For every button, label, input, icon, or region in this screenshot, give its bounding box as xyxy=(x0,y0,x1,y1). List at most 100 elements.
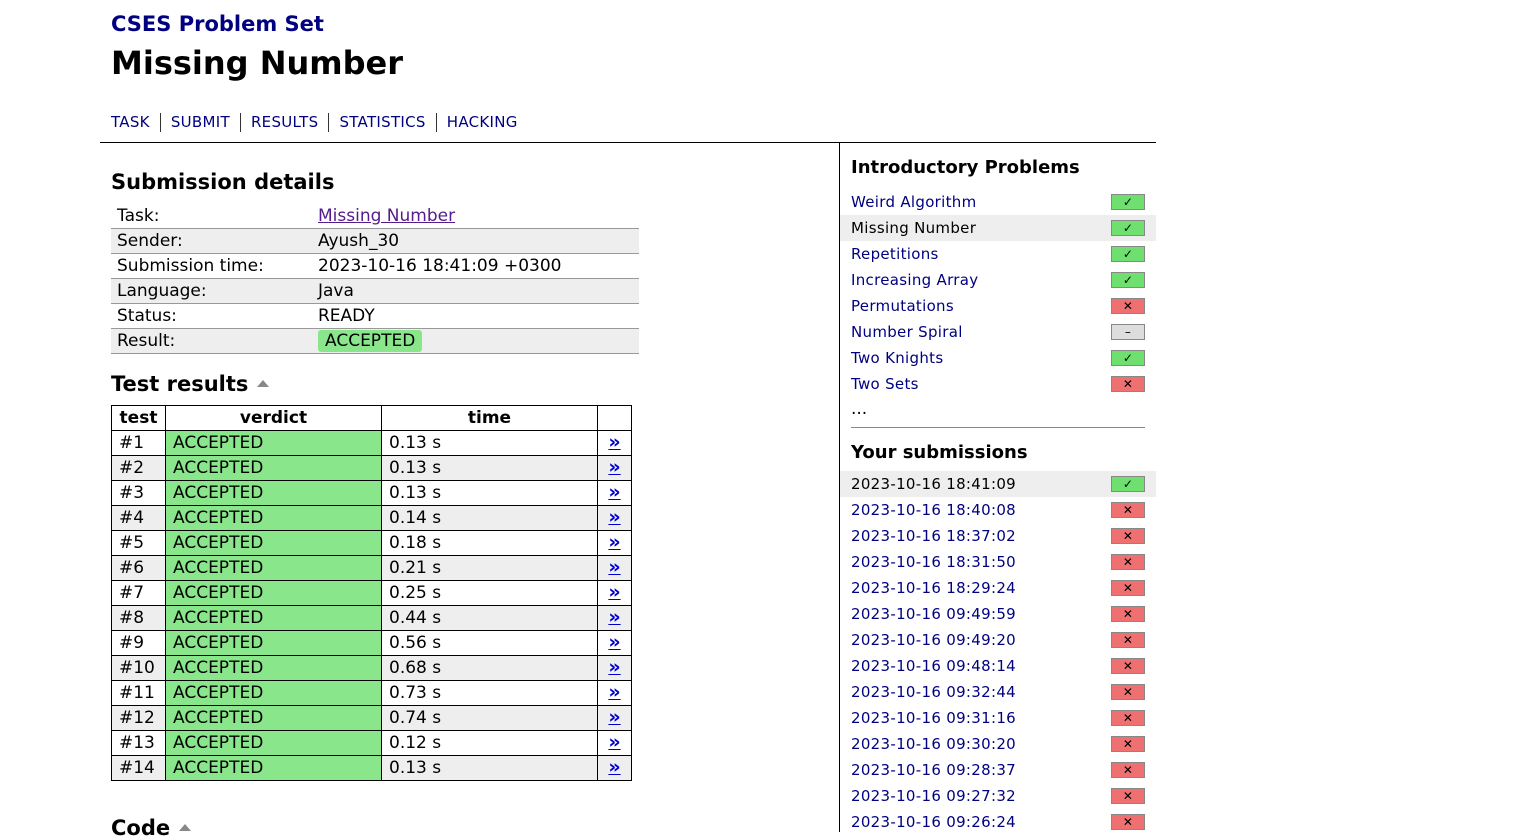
view-test-link[interactable]: » xyxy=(608,681,620,703)
result-badge: ACCEPTED xyxy=(318,330,423,352)
submission-link[interactable]: 2023-10-16 09:27:32 xyxy=(851,787,1016,805)
submission-link[interactable]: 2023-10-16 18:29:24 xyxy=(851,579,1016,597)
submission-item[interactable]: 2023-10-16 09:27:32 ✕ xyxy=(840,783,1156,809)
test-results-heading[interactable]: Test results xyxy=(111,372,270,396)
test-number: #3 xyxy=(111,480,166,506)
submission-link[interactable]: 2023-10-16 09:30:20 xyxy=(851,735,1016,753)
detail-label: Submission time: xyxy=(111,253,312,279)
submissions-heading: Your submissions xyxy=(851,442,1028,463)
view-test-link[interactable]: » xyxy=(608,731,620,753)
nav-hacking[interactable]: HACKING xyxy=(435,113,528,132)
solved-status-icon: ✓ xyxy=(1111,476,1145,492)
sidebar-problem-item[interactable]: Permutations ✕ xyxy=(840,293,1156,319)
sidebar-problem-item[interactable]: Repetitions ✓ xyxy=(840,241,1156,267)
submission-link[interactable]: 2023-10-16 09:31:16 xyxy=(851,709,1016,727)
view-test-link[interactable]: » xyxy=(608,456,620,478)
sidebar-problem-item[interactable]: Two Sets ✕ xyxy=(840,371,1156,397)
submission-item[interactable]: 2023-10-16 18:31:50 ✕ xyxy=(840,549,1156,575)
solved-status-icon: ✓ xyxy=(1111,350,1145,366)
test-verdict: ACCEPTED xyxy=(165,430,382,456)
test-number: #7 xyxy=(111,580,166,606)
none-status-icon: – xyxy=(1111,324,1145,340)
task-link[interactable]: Missing Number xyxy=(318,206,455,226)
submission-link[interactable]: 2023-10-16 09:26:24 xyxy=(851,813,1016,831)
problem-link[interactable]: Number Spiral xyxy=(851,323,963,341)
submission-item[interactable]: 2023-10-16 18:37:02 ✕ xyxy=(840,523,1156,549)
submission-link[interactable]: 2023-10-16 09:28:37 xyxy=(851,761,1016,779)
view-test-link[interactable]: » xyxy=(608,506,620,528)
problems-heading: Introductory Problems xyxy=(851,157,1080,178)
test-table-body: #1 ACCEPTED 0.13 s» #2 ACCEPTED 0.13 s» #3 ACCE… xyxy=(111,430,632,781)
view-test-link[interactable]: » xyxy=(608,631,620,653)
problem-link[interactable]: Weird Algorithm xyxy=(851,193,977,211)
sender-value: Ayush_30 xyxy=(312,228,639,254)
submission-item[interactable]: 2023-10-16 09:28:37 ✕ xyxy=(840,757,1156,783)
problem-link[interactable]: Two Knights xyxy=(851,349,943,367)
test-link-cell: » xyxy=(597,655,632,681)
submission-item[interactable]: 2023-10-16 18:29:24 ✕ xyxy=(840,575,1156,601)
site-title-link[interactable]: CSES Problem Set xyxy=(111,12,324,36)
test-verdict: ACCEPTED xyxy=(165,480,382,506)
failed-status-icon: ✕ xyxy=(1111,580,1145,596)
submission-link[interactable]: 2023-10-16 09:32:44 xyxy=(851,683,1016,701)
view-test-link[interactable]: » xyxy=(608,556,620,578)
test-link-cell: » xyxy=(597,505,632,531)
nav-submit[interactable]: SUBMIT xyxy=(159,113,240,132)
test-number: #13 xyxy=(111,730,166,756)
collapse-caret-icon[interactable] xyxy=(179,824,192,831)
view-test-link[interactable]: » xyxy=(608,481,620,503)
submission-item[interactable]: 2023-10-16 09:49:59 ✕ xyxy=(840,601,1156,627)
submission-link[interactable]: 2023-10-16 18:31:50 xyxy=(851,553,1016,571)
submission-item[interactable]: 2023-10-16 18:41:09 ✓ xyxy=(840,471,1156,497)
failed-status-icon: ✕ xyxy=(1111,632,1145,648)
test-link-cell: » xyxy=(597,605,632,631)
problem-link[interactable]: Increasing Array xyxy=(851,271,978,289)
view-test-link[interactable]: » xyxy=(608,606,620,628)
submission-item[interactable]: 2023-10-16 09:32:44 ✕ xyxy=(840,679,1156,705)
nav-task[interactable]: TASK xyxy=(111,113,160,132)
submission-item[interactable]: 2023-10-16 18:40:08 ✕ xyxy=(840,497,1156,523)
view-test-link[interactable]: » xyxy=(608,431,620,453)
test-time: 0.13 s xyxy=(381,480,598,506)
submission-link[interactable]: 2023-10-16 18:37:02 xyxy=(851,527,1016,545)
test-link-cell: » xyxy=(597,705,632,731)
submission-link[interactable]: 2023-10-16 09:49:20 xyxy=(851,631,1016,649)
sidebar-problem-item[interactable]: Weird Algorithm ✓ xyxy=(840,189,1156,215)
submission-item[interactable]: 2023-10-16 09:30:20 ✕ xyxy=(840,731,1156,757)
collapse-caret-icon[interactable] xyxy=(257,380,270,387)
problem-link[interactable]: Two Sets xyxy=(851,375,919,393)
detail-label: Result: xyxy=(111,328,312,354)
table-row: #2 ACCEPTED 0.13 s » xyxy=(111,455,632,481)
nav-statistics[interactable]: STATISTICS xyxy=(328,113,435,132)
detail-row-sender: Sender: Ayush_30 xyxy=(111,228,639,254)
sidebar-problem-item[interactable]: Increasing Array ✓ xyxy=(840,267,1156,293)
submission-item[interactable]: 2023-10-16 09:49:20 ✕ xyxy=(840,627,1156,653)
submission-link[interactable]: 2023-10-16 18:41:09 xyxy=(851,475,1016,493)
sidebar-problem-item[interactable]: Two Knights ✓ xyxy=(840,345,1156,371)
task-nav: TASK SUBMIT RESULTS STATISTICS HACKING xyxy=(111,113,528,132)
submission-link[interactable]: 2023-10-16 09:49:59 xyxy=(851,605,1016,623)
submission-item[interactable]: 2023-10-16 09:31:16 ✕ xyxy=(840,705,1156,731)
test-verdict: ACCEPTED xyxy=(165,755,382,781)
view-test-link[interactable]: » xyxy=(608,656,620,678)
detail-label: Sender: xyxy=(111,228,312,254)
problem-link[interactable]: Permutations xyxy=(851,297,954,315)
view-test-link[interactable]: » xyxy=(608,756,620,778)
submission-item[interactable]: 2023-10-16 09:48:14 ✕ xyxy=(840,653,1156,679)
nav-results[interactable]: RESULTS xyxy=(239,113,328,132)
problem-link[interactable]: Missing Number xyxy=(851,219,976,237)
submission-item[interactable]: 2023-10-16 09:26:24 ✕ xyxy=(840,809,1156,835)
table-row: #12 ACCEPTED 0.74 s » xyxy=(111,705,632,731)
view-test-link[interactable]: » xyxy=(608,706,620,728)
view-test-link[interactable]: » xyxy=(608,581,620,603)
sidebar-problem-item[interactable]: Missing Number ✓ xyxy=(840,215,1156,241)
status-value: READY xyxy=(312,303,639,329)
failed-status-icon: ✕ xyxy=(1111,762,1145,778)
sidebar-problem-item[interactable]: Number Spiral – xyxy=(840,319,1156,345)
view-test-link[interactable]: » xyxy=(608,531,620,553)
detail-label: Task: xyxy=(111,204,312,229)
submission-link[interactable]: 2023-10-16 09:48:14 xyxy=(851,657,1016,675)
problem-link[interactable]: Repetitions xyxy=(851,245,939,263)
code-heading[interactable]: Code xyxy=(111,816,192,840)
submission-link[interactable]: 2023-10-16 18:40:08 xyxy=(851,501,1016,519)
